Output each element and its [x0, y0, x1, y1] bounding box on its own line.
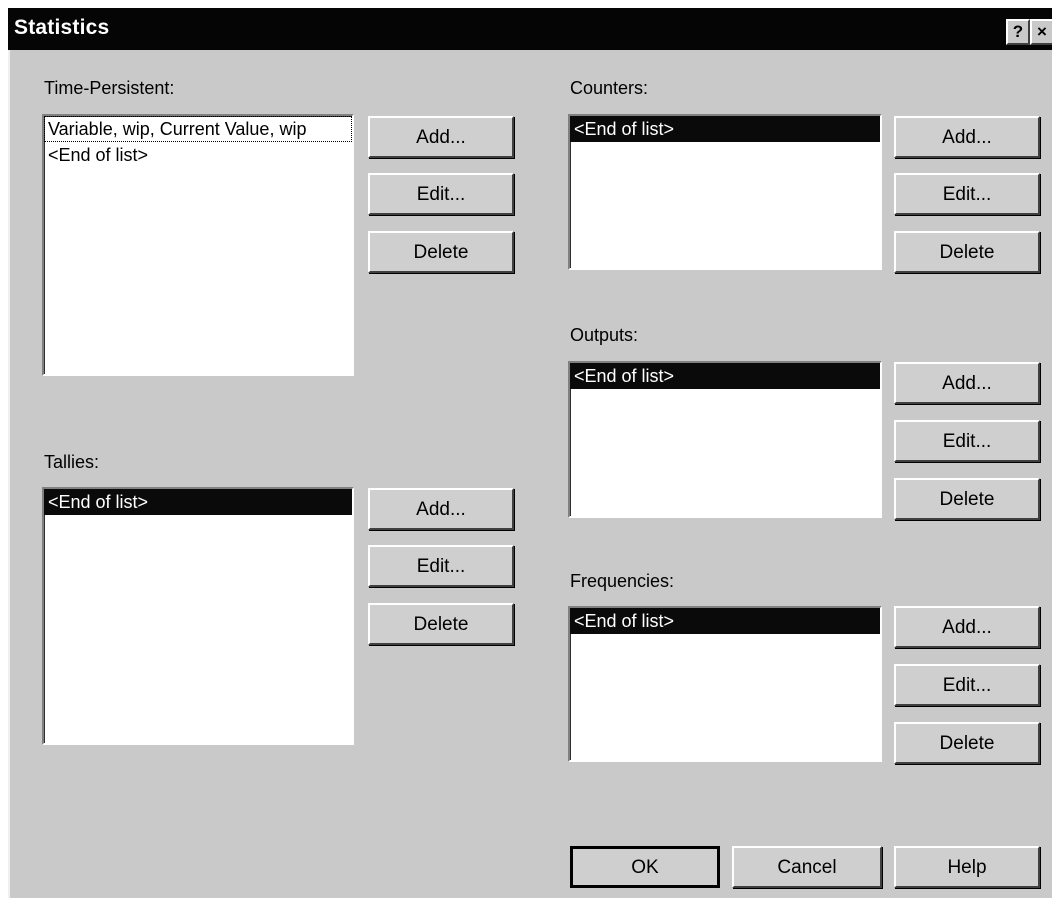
- frequencies-add-button[interactable]: Add...: [894, 606, 1040, 648]
- list-item[interactable]: <End of list>: [570, 363, 880, 389]
- counters-delete-button[interactable]: Delete: [894, 231, 1040, 273]
- close-icon[interactable]: ×: [1030, 19, 1052, 45]
- title-bar: Statistics ? ×: [8, 8, 1052, 50]
- time-persistent-list[interactable]: Variable, wip, Current Value, wip <End o…: [42, 114, 354, 376]
- list-item[interactable]: Variable, wip, Current Value, wip: [44, 116, 352, 142]
- outputs-add-button[interactable]: Add...: [894, 362, 1040, 404]
- tallies-list[interactable]: <End of list>: [42, 487, 354, 745]
- counters-add-button[interactable]: Add...: [894, 116, 1040, 158]
- list-item[interactable]: <End of list>: [44, 142, 352, 168]
- list-item[interactable]: <End of list>: [44, 489, 352, 515]
- list-item[interactable]: <End of list>: [570, 608, 880, 634]
- frequencies-list[interactable]: <End of list>: [568, 606, 882, 762]
- outputs-edit-button[interactable]: Edit...: [894, 420, 1040, 462]
- outputs-label: Outputs:: [570, 325, 639, 345]
- tallies-delete-button[interactable]: Delete: [368, 603, 514, 645]
- tallies-edit-button[interactable]: Edit...: [368, 545, 514, 587]
- help-icon[interactable]: ?: [1006, 19, 1030, 45]
- time-persistent-add-button[interactable]: Add...: [368, 116, 514, 158]
- window-title: Statistics: [14, 16, 110, 39]
- list-item[interactable]: <End of list>: [570, 116, 880, 142]
- counters-list[interactable]: <End of list>: [568, 114, 882, 270]
- frequencies-edit-button[interactable]: Edit...: [894, 664, 1040, 706]
- tallies-label: Tallies:: [44, 452, 100, 472]
- frequencies-delete-button[interactable]: Delete: [894, 722, 1040, 764]
- ok-button[interactable]: OK: [570, 846, 720, 888]
- time-persistent-label: Time-Persistent:: [44, 78, 175, 98]
- counters-label: Counters:: [570, 78, 649, 98]
- time-persistent-delete-button[interactable]: Delete: [368, 231, 514, 273]
- tallies-add-button[interactable]: Add...: [368, 488, 514, 530]
- cancel-button[interactable]: Cancel: [732, 846, 882, 888]
- time-persistent-edit-button[interactable]: Edit...: [368, 173, 514, 215]
- outputs-delete-button[interactable]: Delete: [894, 478, 1040, 520]
- counters-edit-button[interactable]: Edit...: [894, 173, 1040, 215]
- frequencies-label: Frequencies:: [570, 571, 675, 591]
- outputs-list[interactable]: <End of list>: [568, 361, 882, 518]
- help-button[interactable]: Help: [894, 846, 1040, 888]
